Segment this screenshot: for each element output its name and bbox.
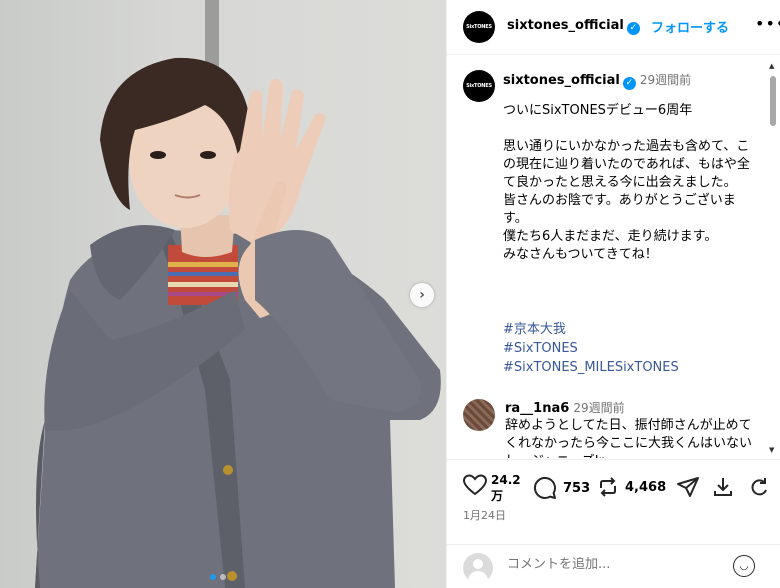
more-options-icon[interactable]: •••	[755, 14, 780, 33]
share-paperplane-icon	[677, 477, 699, 497]
caption-avatar[interactable]: SixTONES	[463, 70, 495, 102]
carousel-dot-2	[220, 574, 226, 580]
caption-text: ついにSixTONESデビュー6周年 思い通りにいかなかった過去も含めて、この現…	[503, 103, 750, 262]
emoji-icon[interactable]: ◡	[733, 555, 755, 577]
author-username[interactable]: sixtones_official	[507, 18, 624, 33]
verified-badge-icon: ✓	[622, 77, 636, 90]
verified-badge-icon: ✓	[626, 22, 640, 35]
like-button[interactable]	[463, 474, 487, 496]
action-bar: 24.2万 753 4,468 1月24日	[447, 459, 780, 544]
comment-bubble-icon	[533, 476, 556, 499]
comments-scrollbar[interactable]: ▲ ▼	[769, 62, 777, 454]
hashtag-link[interactable]: #SixTONES	[503, 339, 679, 358]
post-header: SixTONES sixtones_official✓ フォローする •••	[447, 0, 780, 55]
comment-text: 辞めようとしてた日、振付師さんが止めてくれなかったら今ここに大我くんはいないし、…	[505, 418, 753, 458]
comment-input[interactable]	[507, 557, 737, 572]
share-button[interactable]	[676, 476, 700, 498]
hashtag-link[interactable]: #京本大我	[503, 320, 679, 339]
add-comment-bar: ◡	[447, 544, 780, 588]
scroll-up-icon[interactable]: ▲	[769, 62, 774, 70]
repost-button[interactable]: 4,468	[597, 476, 666, 498]
person-illustration	[35, 57, 441, 588]
heart-icon	[463, 474, 487, 496]
repost-icon	[600, 477, 616, 497]
comment-time: 29週間前	[573, 401, 625, 415]
download-button[interactable]	[712, 476, 734, 498]
follow-button[interactable]: フォローする	[651, 17, 729, 36]
refresh-icon	[751, 478, 767, 496]
current-user-avatar	[463, 553, 493, 583]
scroll-down-icon[interactable]: ▼	[769, 446, 774, 454]
carousel-dots	[210, 574, 226, 580]
save-button[interactable]	[749, 476, 769, 498]
post-date[interactable]: 1月24日	[463, 507, 506, 523]
download-icon	[714, 478, 732, 496]
caption-username[interactable]: sixtones_official	[503, 73, 620, 88]
post-photo[interactable]: ›	[0, 0, 446, 588]
comments-section: SixTONES sixtones_official ✓ 29週間前 ついにSixT…	[447, 56, 780, 458]
post-sidebar: SixTONES sixtones_official✓ フォローする ••• S…	[446, 0, 780, 588]
hashtag-link[interactable]: #SixTONES_MILESixTONES	[503, 358, 679, 377]
like-count[interactable]: 24.2万	[491, 472, 521, 504]
author-name[interactable]: sixtones_official ✓	[507, 18, 640, 35]
scroll-thumb[interactable]	[770, 76, 776, 126]
carousel-dot-1	[210, 574, 216, 580]
comment-count: 753	[563, 480, 591, 496]
author-avatar[interactable]: SixTONES	[463, 11, 495, 43]
next-slide-button[interactable]: ›	[410, 283, 434, 307]
instagram-post-modal: › SixTONES sixtones_official✓ フォローする •••…	[0, 0, 780, 588]
comment-username[interactable]: ra__1na6	[505, 401, 569, 416]
repost-count: 4,468	[625, 479, 667, 495]
caption-author: sixtones_official ✓ 29週間前	[503, 71, 691, 90]
comment-author: ra__1na6 29週間前	[505, 399, 625, 416]
commenter-avatar[interactable]	[463, 399, 495, 431]
hashtag-list: #京本大我 #SixTONES #SixTONES_MILESixTONES	[503, 320, 679, 377]
caption-time: 29週間前	[639, 73, 692, 87]
comment-button[interactable]: 753	[533, 476, 590, 500]
